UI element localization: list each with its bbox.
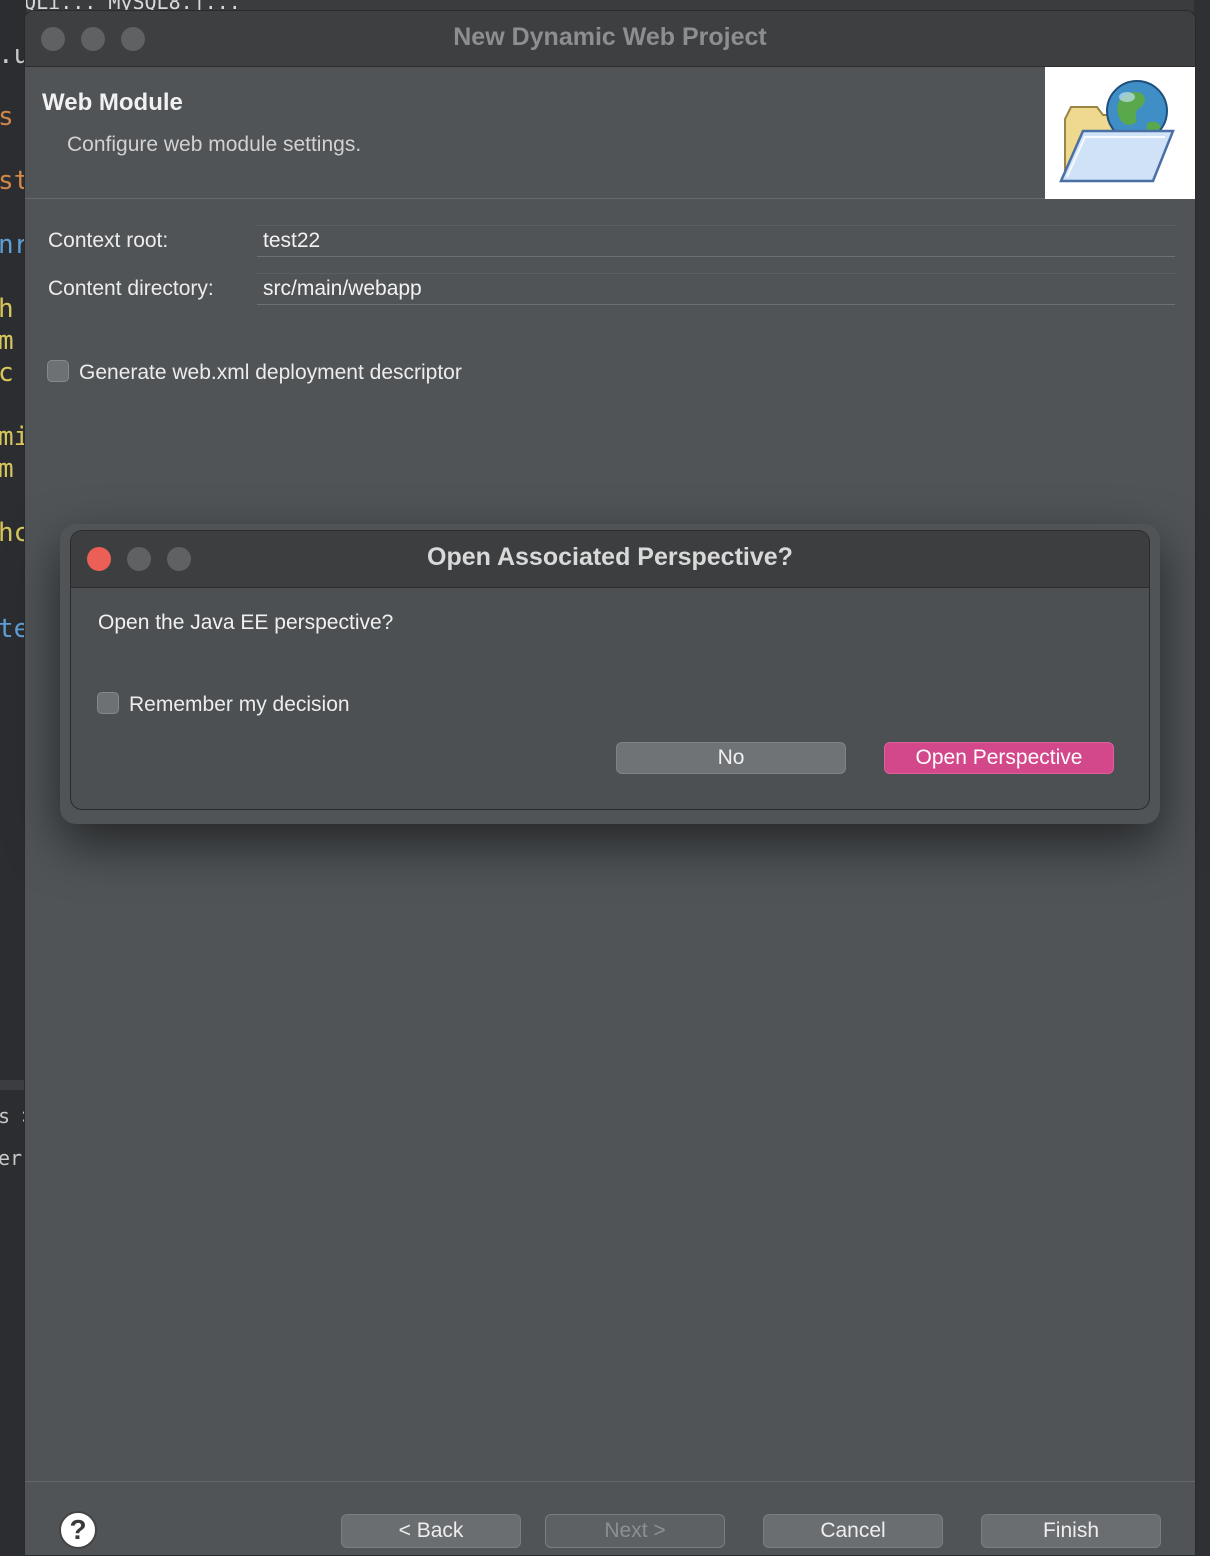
button-bar-separator xyxy=(25,1481,1195,1482)
content-directory-label: Content directory: xyxy=(48,277,214,300)
code-fragment: m xyxy=(0,326,14,356)
code-fragment: nr xyxy=(0,230,26,260)
open-perspective-button[interactable]: Open Perspective xyxy=(884,742,1114,774)
remember-decision-label[interactable]: Remember my decision xyxy=(129,693,350,717)
context-root-input[interactable] xyxy=(257,225,1175,257)
code-fragment: st xyxy=(0,166,26,196)
generate-webxml-label[interactable]: Generate web.xml deployment descriptor xyxy=(79,361,462,385)
page-description: Configure web module settings. xyxy=(67,133,362,156)
code-fragment: .u xyxy=(0,40,26,70)
folder-globe-icon xyxy=(1045,67,1195,199)
code-fragment: mi xyxy=(0,422,26,452)
finish-button[interactable]: Finish xyxy=(981,1514,1161,1548)
next-button[interactable]: Next > xyxy=(545,1514,725,1548)
remember-decision-checkbox[interactable] xyxy=(97,692,119,714)
open-perspective-dialog: Open Associated Perspective? Open the Ja… xyxy=(70,530,1150,810)
no-button[interactable]: No xyxy=(616,742,846,774)
code-fragment: s > xyxy=(0,1104,26,1128)
window-titlebar[interactable]: New Dynamic Web Project xyxy=(25,11,1195,67)
code-fragment: c xyxy=(0,358,14,388)
modal-question: Open the Java EE perspective? xyxy=(98,611,394,634)
code-fragment: te xyxy=(0,614,26,644)
wizard-header: Web Module Configure web module settings… xyxy=(25,67,1195,199)
modal-title: Open Associated Perspective? xyxy=(427,543,793,571)
help-button[interactable]: ? xyxy=(59,1511,97,1549)
code-fragment: m xyxy=(0,454,14,484)
modal-titlebar[interactable]: Open Associated Perspective? xyxy=(71,531,1149,588)
background-right-edge xyxy=(1194,0,1210,1556)
window-title: New Dynamic Web Project xyxy=(453,23,767,51)
content-directory-input[interactable] xyxy=(257,273,1175,305)
background-code-editor: .u s st nr h m c mi m hc te s > er a xyxy=(0,0,26,1556)
page-title: Web Module xyxy=(42,89,183,116)
context-root-label: Context root: xyxy=(48,229,169,252)
code-fragment: er a xyxy=(0,1146,26,1170)
back-button[interactable]: < Back xyxy=(341,1514,521,1548)
code-fragment: hc xyxy=(0,518,26,548)
cancel-button[interactable]: Cancel xyxy=(763,1514,943,1548)
generate-webxml-checkbox[interactable] xyxy=(47,360,69,382)
code-fragment: s xyxy=(0,102,14,132)
code-fragment: h xyxy=(0,294,14,324)
